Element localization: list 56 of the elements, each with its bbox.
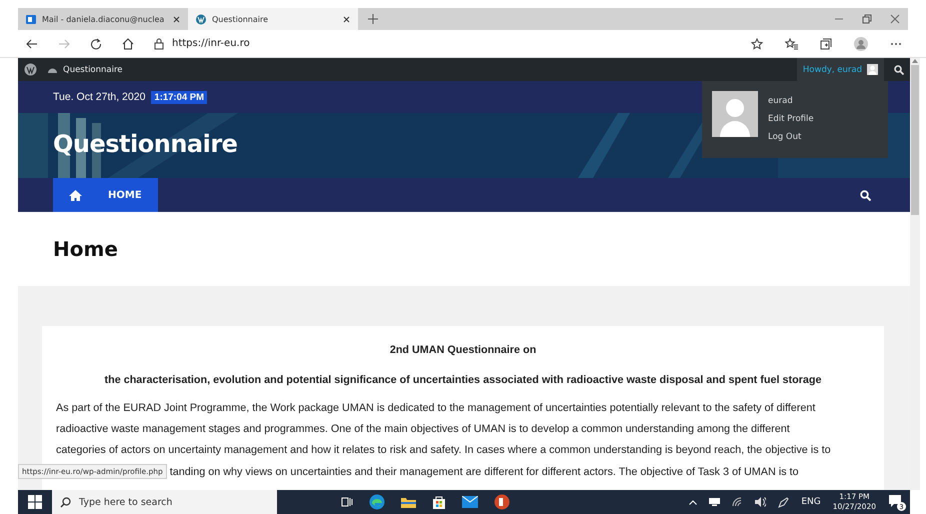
favorites-icon[interactable] bbox=[785, 38, 798, 50]
avatar-icon bbox=[712, 91, 758, 137]
browser-tab[interactable]: Questionnaire bbox=[188, 8, 358, 30]
site-link[interactable]: Questionnaire bbox=[63, 64, 123, 74]
windows-start-icon[interactable] bbox=[28, 495, 42, 509]
mail-app-icon bbox=[26, 14, 36, 24]
nav-tab[interactable]: HOME bbox=[53, 178, 158, 212]
star-icon[interactable] bbox=[751, 38, 763, 50]
edge-browser-icon[interactable] bbox=[369, 494, 385, 510]
folder-icon[interactable] bbox=[401, 496, 416, 508]
paragraph-line: As part of the EURAD Joint Programme, the Work package UMAN is dedicated to the management of uncertainties potentially relevant to the safety of different bbox=[56, 401, 816, 416]
search-icon[interactable] bbox=[894, 64, 904, 74]
menu-item[interactable]: Log Out bbox=[768, 132, 814, 142]
refresh-icon[interactable] bbox=[90, 38, 102, 50]
collections-icon[interactable] bbox=[820, 38, 832, 50]
close-icon[interactable] bbox=[343, 16, 350, 22]
address-field[interactable]: https://inr-eu.ro bbox=[172, 38, 250, 49]
more-icon[interactable] bbox=[890, 42, 902, 46]
site-title[interactable]: Questionnaire bbox=[53, 130, 238, 158]
scrollbar-thumb[interactable] bbox=[911, 65, 919, 215]
article-subheading: the characterisation, evolution and potential significance of uncertainties associated with radioactive waste disposal and spent fuel storage bbox=[104, 374, 822, 386]
date-text: Tue. Oct 27th, 2020 bbox=[53, 91, 146, 103]
language-indicator[interactable]: ENG bbox=[801, 497, 821, 507]
home-icon[interactable] bbox=[122, 38, 134, 50]
wordpress-icon[interactable] bbox=[24, 63, 37, 76]
username-text: eurad bbox=[768, 96, 794, 106]
paragraph-line: radioactive waste management stages and programmes. One of the main objectives of UMAN is to develop a common understanding among the different bbox=[56, 422, 790, 437]
mail-envelope-icon[interactable] bbox=[462, 496, 478, 508]
menu-item[interactable]: Edit Profile bbox=[768, 114, 814, 124]
article-heading: 2nd UMAN Questionnaire on bbox=[390, 344, 536, 356]
store-bag-icon[interactable] bbox=[432, 495, 446, 509]
display-icon[interactable] bbox=[709, 498, 720, 506]
page-title: Home bbox=[53, 237, 118, 261]
avatar-icon bbox=[867, 64, 878, 75]
lock-icon bbox=[154, 38, 164, 50]
pen-icon[interactable] bbox=[778, 496, 790, 508]
task-view-icon[interactable] bbox=[341, 496, 353, 508]
wifi-icon[interactable] bbox=[732, 497, 744, 507]
scrollbar[interactable] bbox=[910, 58, 920, 490]
paragraph-line: tanding on why views on uncertainties and their management are different for different actors. The objective of Task 3 of UMAN is to bbox=[170, 466, 799, 478]
search-icon[interactable] bbox=[860, 190, 871, 200]
search-icon bbox=[60, 496, 71, 508]
back-icon[interactable] bbox=[26, 38, 38, 48]
restore-icon[interactable] bbox=[862, 14, 872, 24]
wordpress-icon bbox=[196, 14, 206, 24]
presentation-app-icon[interactable] bbox=[494, 494, 510, 510]
home-icon bbox=[69, 190, 82, 200]
volume-icon[interactable] bbox=[755, 497, 766, 507]
close-icon[interactable] bbox=[173, 16, 180, 22]
notification-icon[interactable] bbox=[888, 494, 902, 508]
paragraph-line: categories of actors on uncertainty management and how it relates to risk and safety. In cases where a common understanding is beyond reach, the objective is to bbox=[56, 443, 831, 458]
time-badge: 1:17:04 PM bbox=[151, 90, 208, 104]
chevron-up-icon[interactable] bbox=[689, 500, 698, 504]
search-field[interactable]: Type here to search bbox=[52, 490, 277, 514]
profile-avatar-icon[interactable] bbox=[854, 36, 868, 50]
forward-icon bbox=[58, 38, 70, 48]
